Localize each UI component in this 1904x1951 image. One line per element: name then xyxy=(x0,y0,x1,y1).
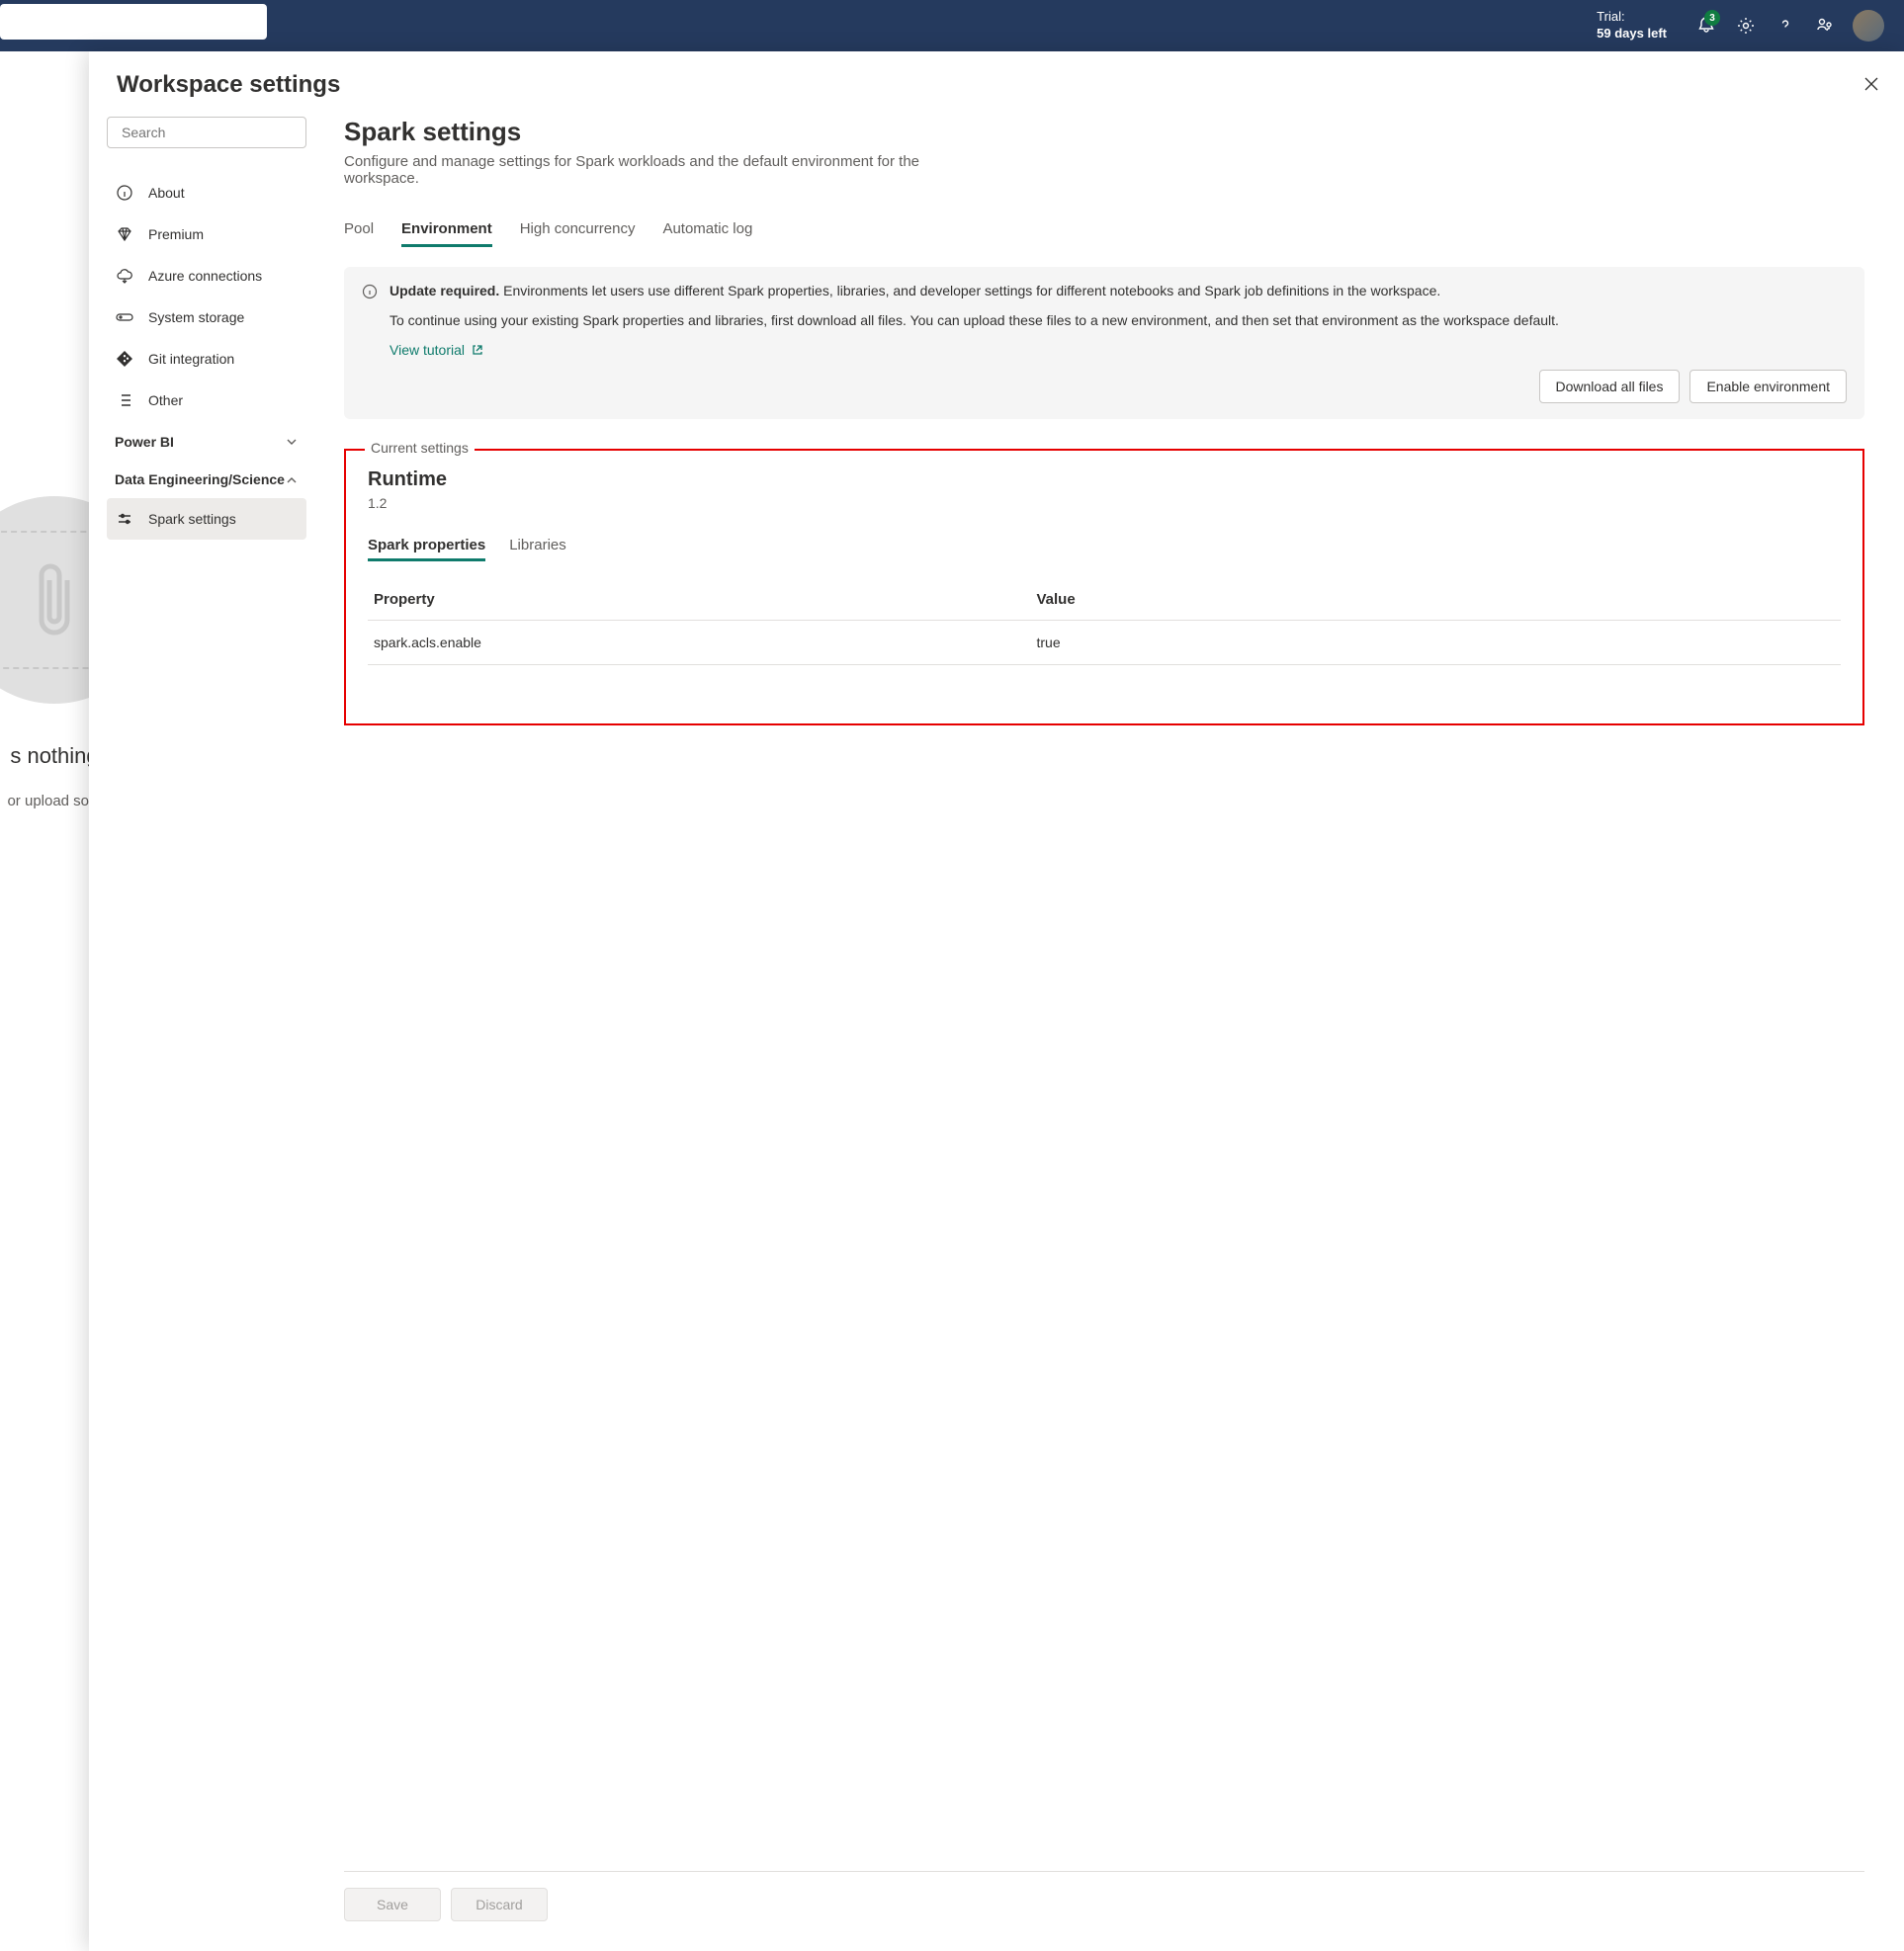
callout-heading: Update required. xyxy=(389,283,499,298)
runtime-title: Runtime xyxy=(368,468,1841,491)
nav-git[interactable]: Git integration xyxy=(107,338,306,380)
nav-other[interactable]: Other xyxy=(107,380,306,421)
nav-label: About xyxy=(148,185,185,201)
table-row: spark.acls.enable true xyxy=(368,621,1841,665)
spark-properties-table: Property Value spark.acls.enable true xyxy=(368,581,1841,665)
current-settings-fieldset: Current settings Runtime 1.2 Spark prope… xyxy=(344,449,1864,725)
global-search-stub[interactable] xyxy=(0,4,267,40)
list-icon xyxy=(115,390,134,410)
spark-tabs: Pool Environment High concurrency Automa… xyxy=(344,214,1864,247)
nav-section-powerbi[interactable]: Power BI xyxy=(107,421,306,463)
notif-badge: 3 xyxy=(1704,10,1720,26)
nav-label: Spark settings xyxy=(148,511,236,527)
tab-high-concurrency[interactable]: High concurrency xyxy=(520,214,636,247)
nav-about[interactable]: About xyxy=(107,172,306,213)
info-icon xyxy=(362,283,378,403)
nav-azure[interactable]: Azure connections xyxy=(107,255,306,297)
trial-status[interactable]: Trial: 59 days left xyxy=(1597,9,1667,42)
nav-label: Premium xyxy=(148,226,204,242)
nav-label: System storage xyxy=(148,309,244,325)
paperclip-icon xyxy=(30,555,79,644)
nav-label: Git integration xyxy=(148,351,234,367)
download-all-files-button[interactable]: Download all files xyxy=(1539,370,1681,403)
workspace-settings-panel: Workspace settings About Premium Azure xyxy=(89,51,1904,1951)
info-icon xyxy=(115,183,134,203)
sliders-icon xyxy=(115,509,134,529)
subtab-spark-properties[interactable]: Spark properties xyxy=(368,533,485,561)
update-required-callout: Update required. Environments let users … xyxy=(344,267,1864,419)
subtab-libraries[interactable]: Libraries xyxy=(509,533,566,561)
nav-label: Azure connections xyxy=(148,268,262,284)
notifications-icon[interactable]: 3 xyxy=(1687,6,1726,45)
close-button[interactable] xyxy=(1862,75,1880,93)
trial-label: Trial: xyxy=(1597,9,1667,26)
tab-environment[interactable]: Environment xyxy=(401,214,492,247)
cloud-icon xyxy=(115,266,134,286)
nav-section-label: Data Engineering/Science xyxy=(115,470,285,490)
settings-sidebar: About Premium Azure connections System s… xyxy=(89,99,316,1951)
discard-button[interactable]: Discard xyxy=(451,1888,548,1921)
nav-spark-settings[interactable]: Spark settings xyxy=(107,498,306,540)
nav-label: Other xyxy=(148,392,183,408)
view-tutorial-link[interactable]: View tutorial xyxy=(389,342,484,358)
settings-content: Spark settings Configure and manage sett… xyxy=(316,99,1904,1951)
settings-search[interactable] xyxy=(107,117,306,148)
enable-environment-button[interactable]: Enable environment xyxy=(1689,370,1847,403)
fieldset-legend: Current settings xyxy=(365,440,475,456)
nav-section-data-engineering[interactable]: Data Engineering/Science xyxy=(107,463,306,498)
global-topbar: Trial: 59 days left 3 xyxy=(0,0,1904,51)
runtime-highlight-box: Runtime 1.2 Spark properties Libraries P… xyxy=(344,449,1864,725)
runtime-version: 1.2 xyxy=(368,495,1841,511)
help-icon[interactable] xyxy=(1766,6,1805,45)
nav-premium[interactable]: Premium xyxy=(107,213,306,255)
settings-gear-icon[interactable] xyxy=(1726,6,1766,45)
runtime-subtabs: Spark properties Libraries xyxy=(368,533,1841,561)
storage-icon xyxy=(115,307,134,327)
external-link-icon xyxy=(471,343,484,357)
chevron-down-icon xyxy=(285,435,299,449)
search-input[interactable] xyxy=(122,125,301,140)
callout-text-2: To continue using your existing Spark pr… xyxy=(389,312,1847,328)
bottom-action-bar: Save Discard xyxy=(344,1871,1864,1951)
col-value: Value xyxy=(1031,581,1842,621)
nav-system-storage[interactable]: System storage xyxy=(107,297,306,338)
col-property: Property xyxy=(368,581,1031,621)
diamond-icon xyxy=(115,224,134,244)
tab-automatic-log[interactable]: Automatic log xyxy=(662,214,752,247)
callout-text-1: Environments let users use different Spa… xyxy=(499,283,1440,298)
cell-property: spark.acls.enable xyxy=(368,621,1031,665)
git-icon xyxy=(115,349,134,369)
close-icon xyxy=(1862,75,1880,93)
tab-pool[interactable]: Pool xyxy=(344,214,374,247)
feedback-icon[interactable] xyxy=(1805,6,1845,45)
link-text: View tutorial xyxy=(389,342,465,358)
nav-section-label: Power BI xyxy=(115,434,174,450)
content-title: Spark settings xyxy=(344,117,1864,147)
chevron-up-icon xyxy=(285,473,299,487)
cell-value: true xyxy=(1031,621,1842,665)
avatar[interactable] xyxy=(1853,10,1884,42)
content-description: Configure and manage settings for Spark … xyxy=(344,153,957,187)
panel-title: Workspace settings xyxy=(117,71,1876,99)
save-button[interactable]: Save xyxy=(344,1888,441,1921)
trial-days: 59 days left xyxy=(1597,26,1667,41)
